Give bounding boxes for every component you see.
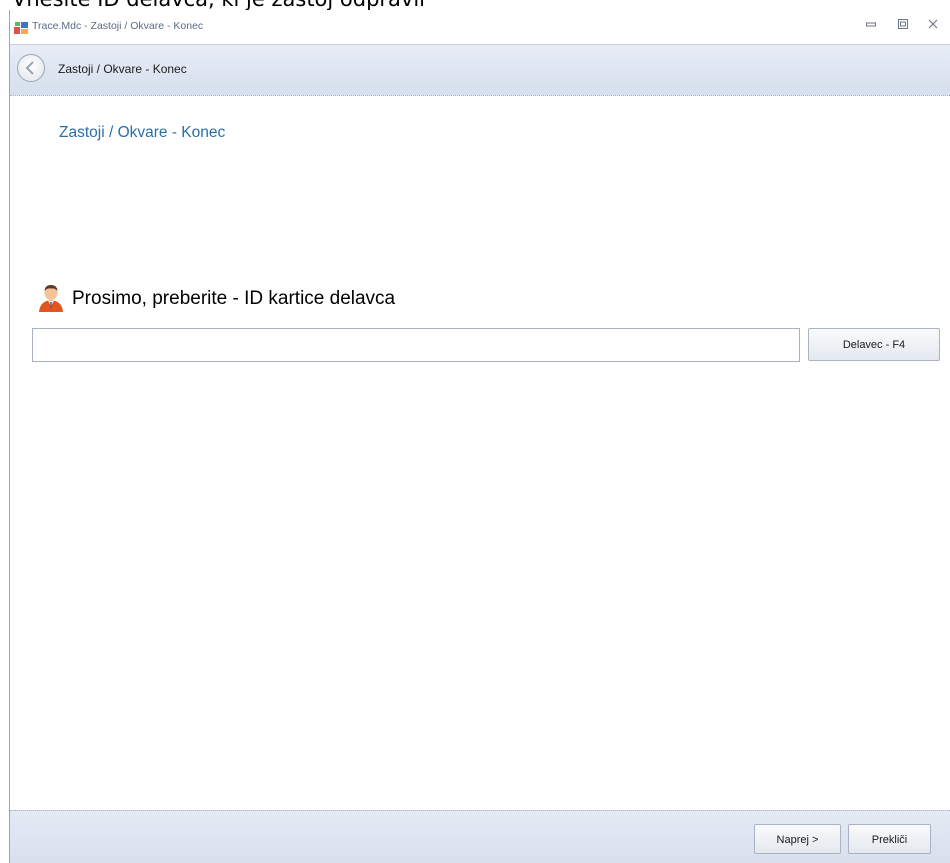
back-button[interactable]: [17, 54, 45, 82]
page-heading: Zastoji / Okvare - Konec: [59, 124, 226, 141]
cancel-button[interactable]: Prekliči: [848, 824, 931, 854]
user-icon: [36, 283, 66, 313]
caption-text: Vnesite ID delavca, ki je zastoj odpravi…: [12, 0, 425, 10]
restore-icon: [898, 19, 908, 29]
worker-id-prompt: Prosimo, preberite - ID kartice delavca: [72, 288, 396, 309]
window-title: Trace.Mdc - Zastoji / Okvare - Konec: [32, 20, 204, 32]
back-arrow-icon: [25, 61, 34, 75]
navigation-bar: Zastoji / Okvare - Konec: [10, 44, 950, 96]
worker-id-input[interactable]: [32, 328, 800, 362]
caption-strip: Vnesite ID delavca, ki je zastoj odpravi…: [0, 0, 950, 10]
app-window: Trace.Mdc - Zastoji / Okvare - Konec Zas…: [9, 10, 950, 863]
next-button[interactable]: Naprej >: [754, 824, 841, 854]
nav-title: Zastoji / Okvare - Konec: [58, 62, 187, 76]
close-icon: [928, 19, 938, 29]
title-bar[interactable]: Trace.Mdc - Zastoji / Okvare - Konec: [10, 10, 950, 44]
minimize-icon: [866, 22, 876, 27]
app-icon: [14, 20, 29, 34]
worker-lookup-button[interactable]: Delavec - F4: [808, 328, 940, 361]
minimize-button[interactable]: [862, 18, 880, 36]
footer-bar: Naprej > Prekliči: [10, 810, 950, 863]
restore-button[interactable]: [894, 18, 912, 36]
close-button[interactable]: [924, 18, 942, 36]
main-content: Zastoji / Okvare - Konec Prosimo, preber…: [10, 96, 950, 810]
